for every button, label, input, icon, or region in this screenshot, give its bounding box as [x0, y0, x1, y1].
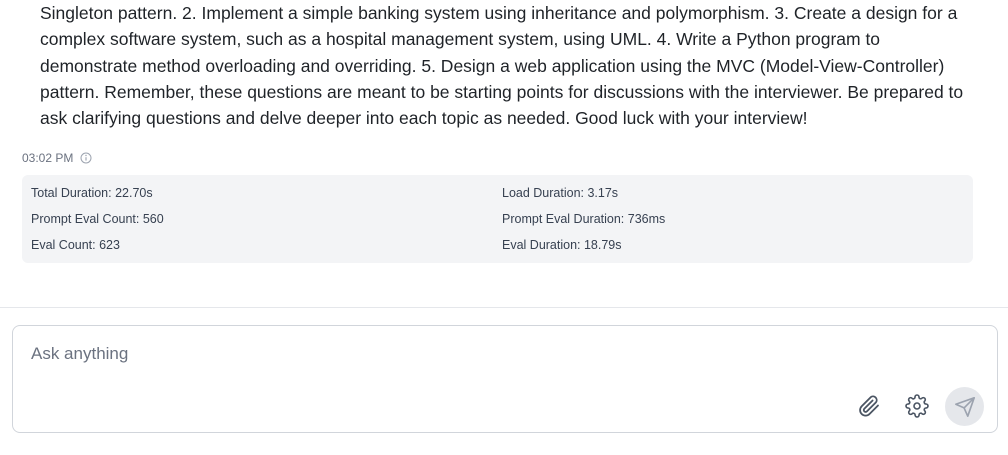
stat-load-duration: Load Duration: 3.17s	[502, 186, 619, 200]
paperclip-icon	[857, 394, 881, 418]
message-composer	[12, 325, 998, 433]
info-icon[interactable]	[80, 152, 92, 164]
stat-eval-count: Eval Count: 623	[31, 238, 120, 252]
stat-prompt-eval-duration: Prompt Eval Duration: 736ms	[502, 212, 666, 226]
stat-total-duration: Total Duration: 22.70s	[31, 186, 153, 200]
send-icon	[954, 396, 976, 418]
composer-divider	[0, 307, 1008, 308]
send-button[interactable]	[945, 387, 984, 426]
message-timestamp: 03:02 PM	[22, 151, 74, 165]
chat-page: Singleton pattern. 2. Implement a simple…	[0, 0, 1008, 455]
message-meta: 03:02 PM	[22, 150, 92, 166]
message-input[interactable]	[31, 342, 831, 366]
stat-eval-duration: Eval Duration: 18.79s	[502, 238, 622, 252]
stat-prompt-eval-count: Prompt Eval Count: 560	[31, 212, 164, 226]
gear-icon	[905, 394, 929, 418]
attach-button[interactable]	[855, 392, 883, 420]
generation-stats-panel: Total Duration: 22.70s Load Duration: 3.…	[22, 175, 973, 263]
assistant-message-text: Singleton pattern. 2. Implement a simple…	[40, 3, 964, 129]
settings-button[interactable]	[903, 392, 931, 420]
